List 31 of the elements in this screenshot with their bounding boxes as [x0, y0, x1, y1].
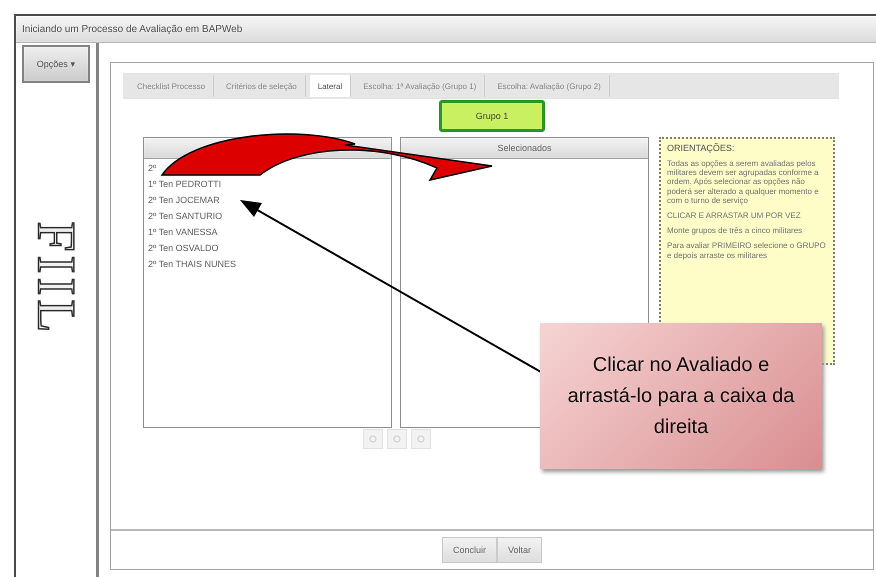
list-item[interactable]: 2º Ten THAIS NUNES	[144, 255, 391, 271]
footer-button[interactable]: Concluir	[442, 537, 497, 563]
guidance-text: Monte grupos de três a cinco militares	[667, 226, 804, 236]
footer-button[interactable]: Voltar	[497, 537, 542, 563]
circle-icon	[369, 435, 377, 443]
window-title: Iniciando um Processo de Avaliação em BAPWeb	[16, 16, 876, 43]
group-button[interactable]: Grupo 1	[439, 100, 545, 132]
list-item[interactable]: 1º Ten PEDROTTI	[144, 175, 391, 191]
logo: FIIL	[25, 221, 87, 336]
list-item[interactable]: 1º Ten VANESSA	[144, 223, 391, 239]
guidance-title: ORIENTAÇÕES:	[667, 143, 736, 153]
list-item[interactable]: 2º Ten SANTURIO	[144, 207, 391, 223]
list-item[interactable]: 2º Ten OSVALDO	[144, 239, 391, 255]
pager-button[interactable]	[411, 429, 431, 449]
guidance-text: CLICAR E ARRASTAR UM POR VEZ	[667, 210, 802, 220]
list-item[interactable]: 2º	[144, 159, 391, 175]
list-item[interactable]: 2º Ten JOCEMAR	[144, 191, 391, 207]
tab[interactable]: Critérios de seleção	[218, 75, 306, 97]
list-header: Selecionados	[401, 138, 648, 159]
circle-icon	[393, 435, 401, 443]
callout-note: Clicar no Avaliado e arrastá-lo para a caixa da direita	[540, 323, 822, 469]
tab[interactable]: Escolha: Avaliação (Grupo 2)	[489, 75, 610, 97]
pager-button[interactable]	[387, 429, 407, 449]
tab[interactable]: Escolha: 1ª Avaliação (Grupo 1)	[355, 75, 486, 97]
guidance-text: Todas as opções a serem avaliadas pelos militares devem ser agrupadas conforme a ordem. Após selecionar as opções não poderá ser alterado a qualquer momento e com o turno de serviço	[667, 159, 820, 205]
guidance-text: Para avaliar PRIMEIRO selecione o GRUPO e depois arraste os militares	[667, 241, 827, 260]
tab[interactable]: Checklist Processo	[129, 75, 214, 97]
circle-icon	[417, 435, 425, 443]
options-button[interactable]: Opções ▾	[22, 45, 90, 83]
pager-button[interactable]	[363, 429, 383, 449]
tab[interactable]: Lateral	[310, 75, 352, 97]
